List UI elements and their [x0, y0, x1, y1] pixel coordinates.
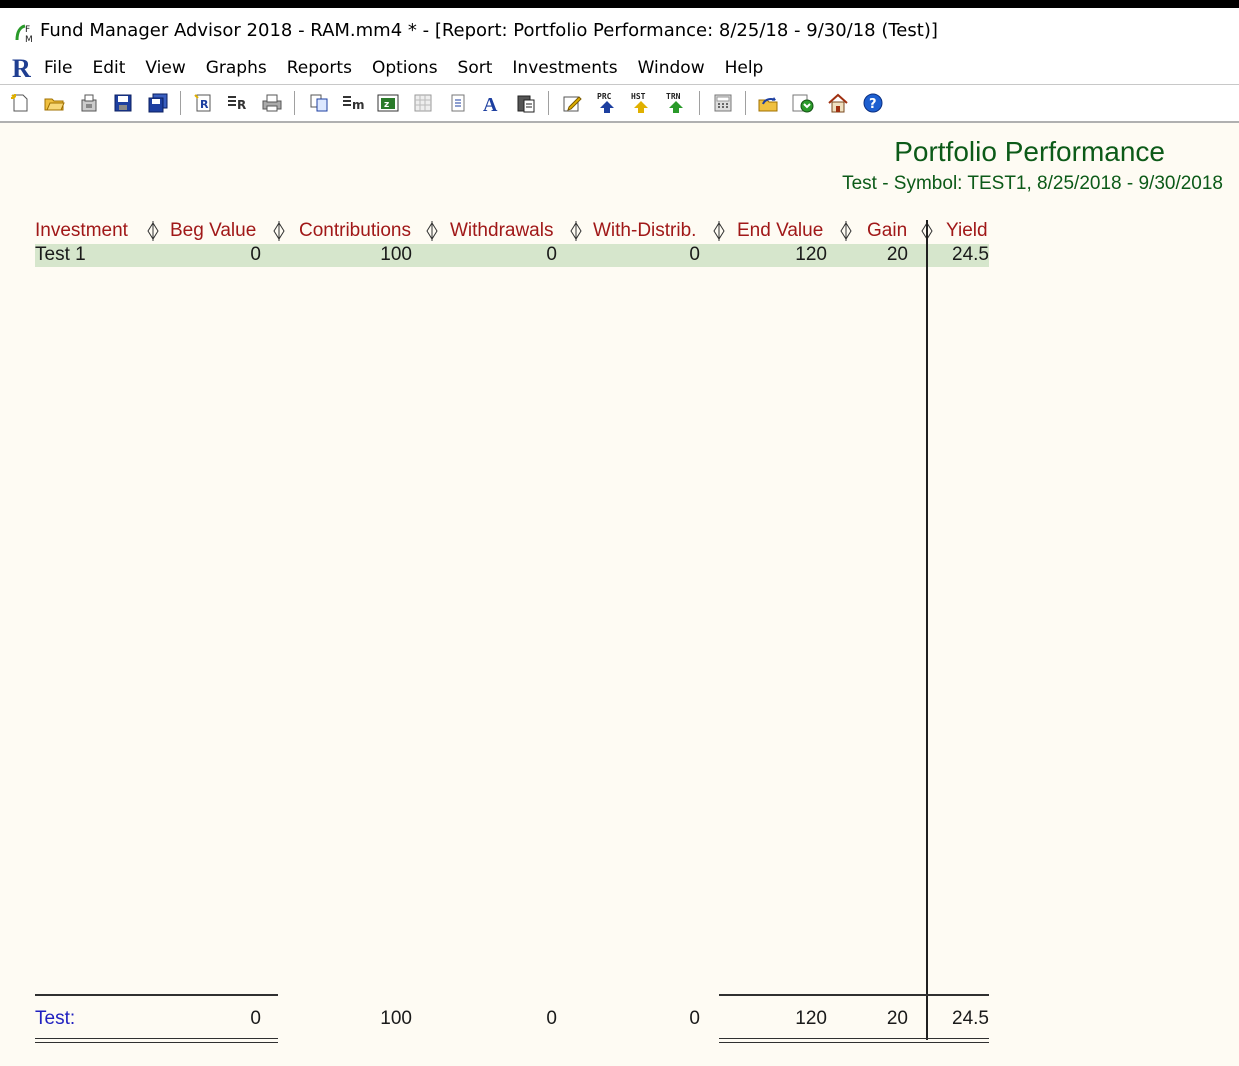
column-header-gain[interactable]: Gain	[867, 220, 907, 242]
menu-view[interactable]: View	[145, 58, 185, 78]
toolbar-separator	[745, 91, 746, 115]
menu-sort[interactable]: Sort	[458, 58, 493, 78]
total-rule-top	[719, 994, 989, 996]
window-title: Fund Manager Advisor 2018 - RAM.mm4 * - …	[40, 20, 938, 41]
update-icon[interactable]	[791, 91, 815, 115]
total-contributions: 100	[380, 1008, 412, 1029]
toolbar-separator	[548, 91, 549, 115]
table-row[interactable]: Test 1 0 100 0 0 120 20 24.5	[35, 244, 989, 267]
svg-text:R: R	[200, 98, 209, 111]
column-header-withdrawals[interactable]: Withdrawals	[450, 220, 553, 242]
menu-options[interactable]: Options	[372, 58, 438, 78]
prc-label: PRC	[597, 92, 612, 101]
menu-graphs[interactable]: Graphs	[206, 58, 267, 78]
column-resize-handle-icon[interactable]	[570, 221, 582, 241]
menu-investments[interactable]: Investments	[512, 58, 617, 78]
svg-text:M: M	[25, 35, 33, 44]
cell-gain: 20	[886, 244, 908, 265]
screen-top-edge	[0, 0, 1239, 8]
cell-end-value: 120	[795, 244, 827, 265]
report-icon[interactable]: R	[191, 91, 215, 115]
total-double-rule	[719, 1038, 989, 1039]
report-title: Portfolio Performance	[894, 136, 1165, 167]
column-resize-handle-icon[interactable]	[273, 221, 285, 241]
toolbar-separator	[699, 91, 700, 115]
total-label: Test:	[35, 1008, 76, 1029]
open-portfolio-icon[interactable]	[77, 91, 101, 115]
total-double-rule	[35, 1038, 278, 1039]
total-with-distrib: 0	[689, 1008, 700, 1029]
import-icon[interactable]	[756, 91, 780, 115]
total-double-rule	[35, 1042, 278, 1043]
help-icon[interactable]: ?	[861, 91, 885, 115]
report-subtitle: Test - Symbol: TEST1, 8/25/2018 - 9/30/2…	[842, 173, 1223, 194]
svg-text:?: ?	[869, 97, 877, 112]
total-end-value: 120	[795, 1008, 827, 1029]
total-double-rule	[719, 1042, 989, 1043]
column-header-investment[interactable]: Investment	[35, 220, 128, 242]
print-icon[interactable]	[260, 91, 284, 115]
calculator-icon[interactable]	[711, 91, 735, 115]
menu-reports[interactable]: Reports	[287, 58, 352, 78]
total-withdrawals: 0	[546, 1008, 557, 1029]
column-resize-handle-icon[interactable]	[840, 221, 852, 241]
new-file-icon[interactable]	[8, 91, 32, 115]
column-header-end-value[interactable]: End Value	[737, 220, 823, 242]
column-header-beg-value[interactable]: Beg Value	[170, 220, 256, 242]
svg-text:m: m	[352, 98, 365, 112]
download-prc-icon[interactable]: PRC	[595, 91, 619, 115]
download-hst-icon[interactable]: HST	[629, 91, 653, 115]
spreadsheet-icon[interactable]: z	[376, 91, 400, 115]
menu-bar: R File Edit View Graphs Reports Options …	[0, 54, 1239, 85]
svg-text:z: z	[384, 100, 389, 110]
report-view: Portfolio Performance Test - Symbol: TES…	[0, 123, 1239, 1066]
save-icon[interactable]	[111, 91, 135, 115]
menu-help[interactable]: Help	[725, 58, 764, 78]
download-trn-icon[interactable]: TRN	[664, 91, 688, 115]
total-yield: 24.5	[952, 1008, 989, 1029]
menu-items: File Edit View Graphs Reports Options So…	[44, 58, 783, 78]
copy-icon[interactable]	[307, 91, 331, 115]
columns-icon[interactable]	[411, 91, 435, 115]
cell-yield: 24.5	[952, 244, 989, 265]
svg-text:F: F	[25, 25, 30, 35]
clipboard-icon[interactable]	[514, 91, 538, 115]
hst-label: HST	[631, 92, 646, 101]
cell-withdrawals: 0	[546, 244, 557, 265]
column-resize-handle-icon[interactable]	[426, 221, 438, 241]
toolbar-separator	[180, 91, 181, 115]
font-icon[interactable]: A	[480, 91, 504, 115]
total-gain: 20	[886, 1008, 908, 1029]
total-beg-value: 0	[250, 1008, 261, 1029]
menu-edit[interactable]: Edit	[92, 58, 125, 78]
column-resize-handle-icon[interactable]	[713, 221, 725, 241]
save-all-icon[interactable]	[146, 91, 170, 115]
column-resize-handle-icon[interactable]	[147, 221, 159, 241]
open-folder-icon[interactable]	[42, 91, 66, 115]
total-rule-top	[35, 994, 278, 996]
cell-contributions: 100	[380, 244, 412, 265]
title-bar: F M Fund Manager Advisor 2018 - RAM.mm4 …	[0, 8, 1239, 54]
home-icon[interactable]	[826, 91, 850, 115]
yield-column-divider	[926, 220, 928, 1040]
cell-with-distrib: 0	[689, 244, 700, 265]
svg-text:A: A	[483, 94, 498, 114]
fm-logo-icon: F M	[15, 24, 33, 44]
toolbar-separator	[294, 91, 295, 115]
column-header-with-distrib[interactable]: With-Distrib.	[593, 220, 696, 242]
report-options-icon[interactable]: R	[226, 91, 250, 115]
column-header-contributions[interactable]: Contributions	[299, 220, 411, 242]
menu-file[interactable]: File	[44, 58, 72, 78]
export-icon[interactable]: m	[341, 91, 365, 115]
cell-investment: Test 1	[35, 244, 86, 265]
column-header-yield[interactable]: Yield	[946, 220, 988, 242]
menu-window[interactable]: Window	[638, 58, 705, 78]
page-icon[interactable]	[446, 91, 470, 115]
svg-text:R: R	[237, 98, 246, 112]
trn-label: TRN	[666, 92, 681, 101]
toolbar: R R m z A PRC HST TRN ?	[0, 85, 1239, 123]
cell-beg-value: 0	[250, 244, 261, 265]
app-menu-logo[interactable]: R	[12, 54, 31, 84]
edit-icon[interactable]	[560, 91, 584, 115]
